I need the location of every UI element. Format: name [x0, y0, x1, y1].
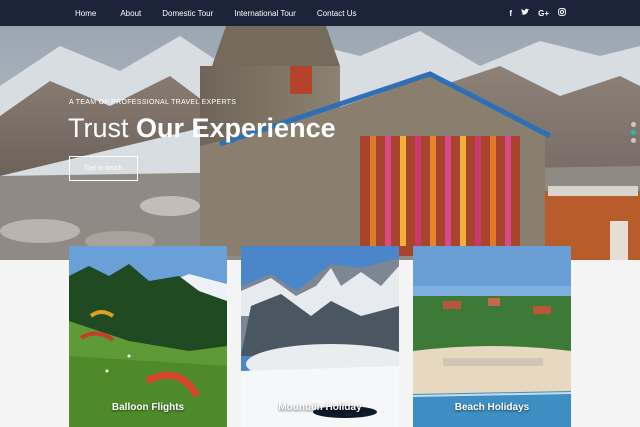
- mountain-holiday-image: [241, 246, 399, 427]
- facebook-icon[interactable]: f: [509, 9, 512, 18]
- nav-link-domestic-tour[interactable]: Domestic Tour: [162, 9, 213, 18]
- instagram-icon[interactable]: [558, 8, 566, 18]
- card-mountain-holiday[interactable]: Mountain Holiday: [241, 246, 399, 427]
- card-beach-holidays[interactable]: Beach Holidays: [413, 246, 571, 427]
- nav-link-home[interactable]: Home: [75, 9, 96, 18]
- card-title: Mountain Holiday: [278, 402, 362, 413]
- get-in-touch-button[interactable]: Get in touch: [69, 156, 138, 181]
- nav-link-about[interactable]: About: [120, 9, 141, 18]
- top-navbar: Home About Domestic Tour International T…: [0, 0, 640, 26]
- balloon-flights-image: [69, 246, 227, 427]
- hero-headline-bold: Our Experience: [136, 113, 336, 143]
- card-balloon-flights[interactable]: Balloon Flights: [69, 246, 227, 427]
- twitter-icon[interactable]: [521, 8, 530, 18]
- nav-link-contact-us[interactable]: Contact Us: [317, 9, 357, 18]
- slider-dot[interactable]: [631, 138, 636, 143]
- card-title: Beach Holidays: [454, 402, 530, 413]
- slider-dot-active[interactable]: [631, 130, 636, 135]
- beach-holidays-image: [413, 246, 571, 427]
- social-links: f G+: [509, 0, 566, 26]
- hero-tagline: A TEAM OF PROFESSIONAL TRAVEL EXPERTS: [69, 99, 237, 106]
- nav-links: Home About Domestic Tour International T…: [75, 0, 356, 26]
- nav-link-international-tour[interactable]: International Tour: [234, 9, 296, 18]
- hero-headline-light: Trust: [68, 113, 137, 143]
- slider-dots: [631, 122, 636, 143]
- slider-dot[interactable]: [631, 122, 636, 127]
- google-plus-icon[interactable]: G+: [538, 9, 549, 18]
- card-title: Balloon Flights: [111, 402, 185, 413]
- hero-banner: A TEAM OF PROFESSIONAL TRAVEL EXPERTS Tr…: [0, 26, 640, 260]
- hero-headline: Trust Our Experience: [68, 113, 336, 144]
- tour-cards: Balloon Flights Mountain Holiday Beach H…: [69, 246, 571, 427]
